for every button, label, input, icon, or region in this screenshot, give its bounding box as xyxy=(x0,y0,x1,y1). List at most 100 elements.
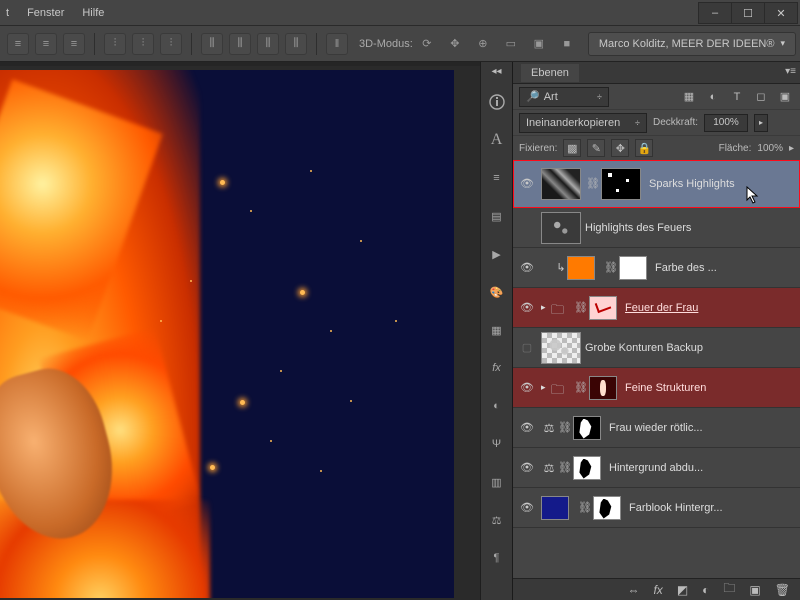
layer-row-highlights-des-feuers[interactable]: Highlights des Feuers xyxy=(513,208,800,248)
new-adjustment-button[interactable]: ◐ xyxy=(702,583,709,597)
layer-name[interactable]: Farblook Hintergr... xyxy=(629,502,800,514)
layer-thumbnail[interactable] xyxy=(541,168,581,200)
layer-row-farblook-hintergrund[interactable]: 👁 ⛓ Farblook Hintergr... xyxy=(513,488,800,528)
history-panel-icon[interactable]: ▤ xyxy=(484,203,510,229)
visibility-toggle[interactable]: 👁 xyxy=(513,301,541,314)
mask-link-icon[interactable]: ⛓ xyxy=(575,301,587,314)
layer-filter-type-dropdown[interactable]: 🔎 Art ÷ xyxy=(519,87,609,107)
layers-tab[interactable]: Ebenen xyxy=(521,64,579,82)
document-canvas[interactable] xyxy=(0,70,454,598)
visibility-toggle[interactable]: 👁 xyxy=(513,381,541,394)
window-close-button[interactable]: ✕ xyxy=(764,2,798,24)
window-minimize-button[interactable]: – xyxy=(698,2,732,24)
visibility-toggle[interactable]: 👁 xyxy=(513,261,541,274)
add-mask-button[interactable]: ◩ xyxy=(677,583,688,597)
fill-input[interactable]: 100% xyxy=(757,143,783,154)
blend-mode-dropdown[interactable]: Ineinanderkopieren ÷ xyxy=(519,113,647,133)
distribute-bot-icon[interactable]: ⫶ xyxy=(160,33,182,55)
color-panel-icon[interactable]: 🎨 xyxy=(484,279,510,305)
visibility-toggle[interactable]: 👁 xyxy=(513,461,541,474)
adjustments-panel-icon[interactable]: ◐ xyxy=(484,393,510,419)
layer-name[interactable]: Sparks Highlights xyxy=(649,178,800,190)
lock-pixels-icon[interactable]: ✎ xyxy=(587,139,605,157)
visibility-toggle[interactable]: 👁 xyxy=(513,421,541,434)
zoom3d-icon[interactable]: ▭ xyxy=(500,33,522,55)
swatches-panel-icon[interactable]: ▦ xyxy=(484,317,510,343)
character-panel-icon[interactable]: A xyxy=(484,127,510,153)
lock-position-icon[interactable]: ✥ xyxy=(611,139,629,157)
spacing-icon[interactable]: ‖ xyxy=(326,33,348,55)
layer-name[interactable]: Hintergrund abdu... xyxy=(609,462,800,474)
styles-panel-icon[interactable]: fx xyxy=(484,355,510,381)
filter-adjust-icon[interactable]: ◐ xyxy=(704,88,722,106)
layer-mask-thumbnail[interactable] xyxy=(573,456,601,480)
filter-type-icon[interactable]: T xyxy=(728,88,746,106)
fill-thumbnail[interactable] xyxy=(541,496,569,520)
fill-slider-button[interactable]: ▸ xyxy=(789,143,794,154)
opacity-slider-button[interactable]: ▸ xyxy=(754,114,768,132)
layer-name[interactable]: Grobe Konturen Backup xyxy=(585,342,800,354)
panel-menu-button[interactable]: ▾≡ xyxy=(785,66,796,77)
paths-panel-icon[interactable]: Ψ xyxy=(484,431,510,457)
lock-all-icon[interactable]: 🔒 xyxy=(635,139,653,157)
measure-panel-icon[interactable]: ⚖ xyxy=(484,507,510,533)
layer-row-frau-wieder-roetlich[interactable]: 👁 ⚖ ⛓ Frau wieder rötlic... xyxy=(513,408,800,448)
distribute-h4-icon[interactable]: ⫼ xyxy=(285,33,307,55)
visibility-toggle[interactable]: ▢ xyxy=(513,341,541,354)
mask-link-icon[interactable]: ⛓ xyxy=(579,501,591,514)
layer-name[interactable]: Highlights des Feuers xyxy=(585,222,800,234)
layer-row-hintergrund-abdunkeln[interactable]: 👁 ⚖ ⛓ Hintergrund abdu... xyxy=(513,448,800,488)
group-mask-thumbnail[interactable] xyxy=(589,296,617,320)
layer-group-feine-strukturen[interactable]: 👁 ▸ 🗀 ⛓ Feine Strukturen xyxy=(513,368,800,408)
layer-mask-thumbnail[interactable] xyxy=(601,168,641,200)
canvas-area[interactable] xyxy=(0,62,480,600)
mask-link-icon[interactable]: ⛓ xyxy=(575,381,587,394)
layer-mask-thumbnail[interactable] xyxy=(593,496,621,520)
new-layer-button[interactable]: ▣ xyxy=(749,583,760,597)
layer-name[interactable]: Farbe des ... xyxy=(655,262,800,274)
camera-icon[interactable]: ■ xyxy=(556,33,578,55)
layer-mask-thumbnail[interactable] xyxy=(573,416,601,440)
filter-shape-icon[interactable]: ◻ xyxy=(752,88,770,106)
orbit-icon[interactable]: ⟳ xyxy=(416,33,438,55)
menu-item-t[interactable]: t xyxy=(6,0,9,25)
distribute-h1-icon[interactable]: ⫼ xyxy=(201,33,223,55)
layer-row-sparks-highlights[interactable]: 👁 ⛓ Sparks Highlights xyxy=(513,160,800,208)
group-mask-thumbnail[interactable] xyxy=(589,376,617,400)
mask-link-icon[interactable]: ⛓ xyxy=(587,177,599,190)
layer-name[interactable]: Feuer der Frau xyxy=(625,302,800,314)
group-disclosure-icon[interactable]: ▸ xyxy=(541,302,551,313)
layer-name[interactable]: Frau wieder rötlic... xyxy=(609,422,800,434)
link-layers-button[interactable]: ⇔ xyxy=(627,583,639,597)
channels-panel-icon[interactable]: ▥ xyxy=(484,469,510,495)
user-profile-button[interactable]: Marco Kolditz, MEER DER IDEEN® ▾ xyxy=(588,32,796,56)
info-panel-icon[interactable] xyxy=(484,89,510,115)
distribute-mid-icon[interactable]: ⫶ xyxy=(132,33,154,55)
scale3d-icon[interactable]: ▣ xyxy=(528,33,550,55)
menu-item-hilfe[interactable]: Hilfe xyxy=(82,0,104,25)
layer-mask-thumbnail[interactable] xyxy=(619,256,647,280)
layer-thumbnail[interactable] xyxy=(541,212,581,244)
visibility-toggle[interactable]: 👁 xyxy=(513,177,541,190)
layer-name[interactable]: Feine Strukturen xyxy=(625,382,800,394)
align-left-icon[interactable]: ≡ xyxy=(7,33,29,55)
expand-panels-button[interactable]: ◂◂ xyxy=(491,66,501,77)
layer-thumbnail[interactable] xyxy=(541,332,581,364)
delete-layer-button[interactable]: 🗑 xyxy=(775,583,790,597)
layer-fx-button[interactable]: fx xyxy=(653,583,662,597)
mask-link-icon[interactable]: ⛓ xyxy=(605,261,617,274)
mask-link-icon[interactable]: ⛓ xyxy=(559,461,571,474)
para2-panel-icon[interactable]: ¶ xyxy=(484,545,510,571)
lock-transparent-icon[interactable]: ▩ xyxy=(563,139,581,157)
opacity-input[interactable]: 100% xyxy=(704,114,748,132)
mask-link-icon[interactable]: ⛓ xyxy=(559,421,571,434)
new-group-button[interactable]: 🗀 xyxy=(723,579,735,600)
align-right-icon[interactable]: ≡ xyxy=(63,33,85,55)
filter-pixel-icon[interactable]: ▦ xyxy=(680,88,698,106)
visibility-toggle[interactable]: 👁 xyxy=(513,501,541,514)
distribute-h2-icon[interactable]: ⫼ xyxy=(229,33,251,55)
fill-thumbnail[interactable] xyxy=(567,256,595,280)
pan-icon[interactable]: ✥ xyxy=(444,33,466,55)
filter-smart-icon[interactable]: ▣ xyxy=(776,88,794,106)
paragraph-panel-icon[interactable]: ≡ xyxy=(484,165,510,191)
